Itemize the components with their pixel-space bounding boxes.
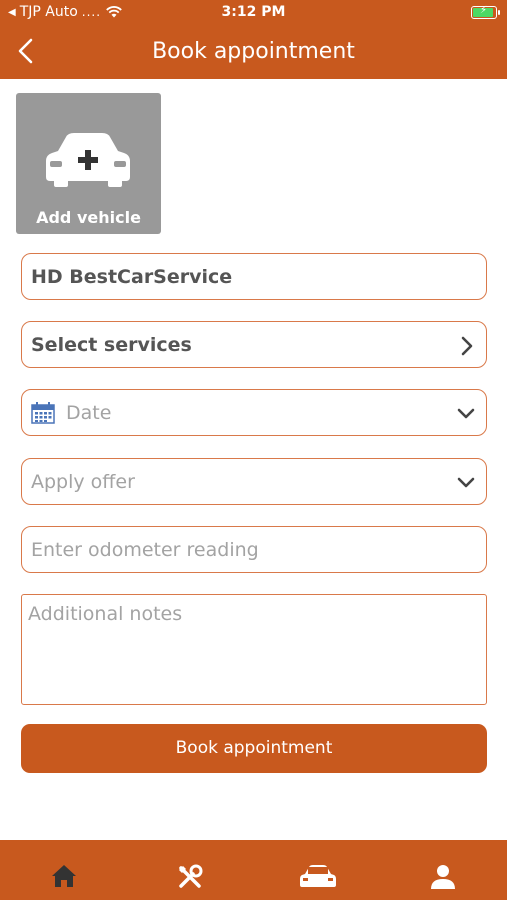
- service-center-value: HD BestCarService: [31, 266, 233, 288]
- app-header: ◀ TJP Auto .... 3:12 PM ⚡ Book appointme…: [0, 0, 507, 79]
- add-vehicle-button[interactable]: Add vehicle: [16, 93, 161, 234]
- apply-offer-placeholder: Apply offer: [31, 471, 135, 493]
- car-add-icon: [46, 133, 130, 187]
- calendar-icon: [31, 402, 55, 424]
- home-icon: [52, 865, 76, 887]
- odometer-placeholder: Enter odometer reading: [31, 539, 259, 561]
- status-bar: ◀ TJP Auto .... 3:12 PM ⚡: [0, 0, 507, 26]
- chevron-down-icon: [457, 408, 475, 419]
- tab-vehicles[interactable]: [268, 840, 368, 900]
- tab-home[interactable]: [14, 840, 114, 900]
- select-services-label: Select services: [31, 334, 192, 356]
- odometer-input[interactable]: Enter odometer reading: [21, 526, 487, 573]
- apply-offer-field[interactable]: Apply offer: [21, 458, 487, 505]
- profile-icon: [431, 865, 455, 889]
- service-center-field[interactable]: HD BestCarService: [21, 253, 487, 300]
- additional-notes-textarea[interactable]: Additional notes: [21, 594, 487, 705]
- charging-bolt-icon: ⚡: [480, 5, 488, 16]
- tab-services[interactable]: [140, 840, 240, 900]
- tools-icon: [179, 864, 203, 888]
- chevron-left-icon: [18, 38, 33, 64]
- date-placeholder: Date: [66, 402, 112, 424]
- add-vehicle-label: Add vehicle: [36, 208, 141, 227]
- tab-bar: [0, 840, 507, 900]
- battery-icon: ⚡: [471, 5, 500, 19]
- status-time: 3:12 PM: [221, 4, 286, 20]
- nav-bar: Book appointment: [0, 26, 507, 79]
- page-title: Book appointment: [152, 39, 355, 64]
- select-services-field[interactable]: Select services: [21, 321, 487, 368]
- chevron-down-icon: [457, 477, 475, 488]
- book-appointment-button[interactable]: Book appointment: [21, 724, 487, 773]
- tab-profile[interactable]: [393, 840, 493, 900]
- date-field[interactable]: Date: [21, 389, 487, 436]
- chevron-right-icon: [461, 336, 473, 356]
- notes-placeholder: Additional notes: [28, 603, 183, 625]
- car-icon: [300, 865, 336, 887]
- back-button[interactable]: [12, 36, 42, 66]
